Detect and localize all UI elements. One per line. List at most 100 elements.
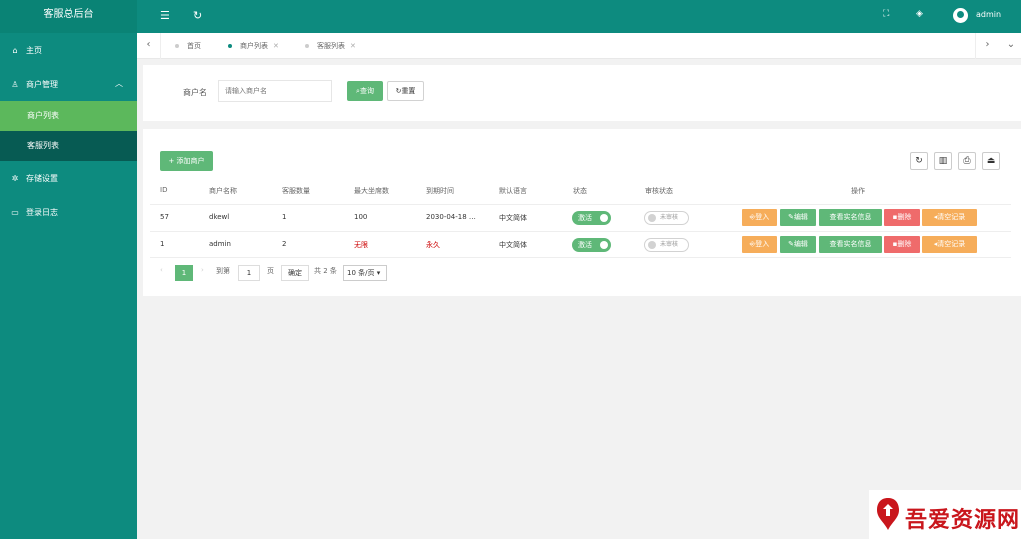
nav-storage-settings[interactable]: ✲ 存储设置 — [0, 161, 137, 195]
cell-id: 1 — [160, 240, 165, 248]
tab-merchant-list[interactable]: 商户列表 ✕ — [228, 33, 279, 59]
col-header-review: 审核状态 — [645, 187, 673, 195]
columns-filter-icon[interactable]: ▥ — [934, 152, 952, 170]
plus-icon: + — [168, 157, 175, 165]
nav-storage-label: 存储设置 — [26, 173, 58, 183]
cell-expire: 2030-04-18 … — [426, 213, 476, 221]
fullscreen-icon[interactable]: ⛶ — [883, 9, 889, 19]
status-toggle[interactable]: 激活 — [572, 211, 611, 225]
table-row: 57 dkewl 1 100 2030-04-18 … 中文简体 激活 未审核 … — [150, 204, 1011, 231]
clear-records-label: 清空记录 — [937, 213, 966, 221]
view-realname-button[interactable]: 查看实名信息 — [819, 209, 882, 226]
next-page-icon[interactable]: › — [201, 266, 204, 274]
page-current[interactable]: 1 — [175, 265, 193, 281]
reset-button[interactable]: ↻重置 — [387, 81, 424, 101]
refresh-icon[interactable]: ↻ — [193, 9, 202, 22]
brand-title: 客服总后台 — [0, 0, 137, 33]
col-header-status: 状态 — [573, 187, 587, 195]
page-size-select[interactable]: 10 条/页 ▾ — [343, 265, 387, 281]
review-toggle-label: 未审核 — [660, 214, 679, 221]
nav-home-label: 主页 — [26, 45, 42, 55]
total-count: 共 2 条 — [314, 267, 337, 275]
edit-button-label: 编辑 — [793, 213, 808, 221]
home-icon: ⌂ — [12, 45, 18, 55]
col-header-max-seats: 最大坐席数 — [354, 187, 389, 195]
cell-max-seats: 无限 — [354, 241, 368, 249]
clear-records-label: 清空记录 — [937, 240, 966, 248]
cell-name: dkewl — [209, 213, 230, 221]
user-icon: ♙ — [11, 79, 19, 89]
edit-button[interactable]: ✎编辑 — [780, 236, 816, 253]
tab-agent-list[interactable]: 客服列表 ✕ — [305, 33, 356, 59]
delete-button[interactable]: ▪删除 — [884, 209, 920, 226]
page-unit-label: 页 — [267, 267, 274, 275]
nav-merchant-management[interactable]: ♙ 商户管理 ︿ — [0, 67, 137, 101]
close-icon[interactable]: ✕ — [273, 42, 279, 50]
goto-confirm-button[interactable]: 确定 — [281, 265, 309, 281]
status-toggle-label: 激活 — [578, 241, 592, 249]
nav-login-log[interactable]: ▭ 登录日志 — [0, 195, 137, 229]
query-button-label: 查询 — [359, 87, 374, 95]
status-toggle[interactable]: 激活 — [572, 238, 611, 252]
query-button[interactable]: ⌕查询 — [347, 81, 383, 101]
cell-max-seats: 100 — [354, 213, 368, 221]
tab-scroll-left-icon[interactable]: ‹ — [137, 33, 161, 59]
goto-page-input[interactable]: 1 — [238, 265, 260, 281]
col-header-expire: 到期时间 — [426, 187, 454, 195]
cell-expire: 永久 — [426, 241, 440, 249]
watermark-text: 吾爱资源网 — [905, 507, 1021, 533]
refresh-table-icon[interactable]: ↻ — [910, 152, 928, 170]
search-label: 商户名 — [183, 88, 207, 97]
table-row: 1 admin 2 无限 永久 中文简体 激活 未审核 ⎆登入 ✎编辑 查看实名… — [150, 231, 1011, 258]
col-header-id: ID — [160, 186, 168, 194]
tab-home[interactable]: 首页 — [175, 33, 201, 59]
print-icon[interactable]: ⎙ — [958, 152, 976, 170]
gear-icon: ✲ — [11, 173, 19, 183]
review-toggle[interactable]: 未审核 — [644, 238, 689, 252]
cell-agents: 2 — [282, 240, 287, 248]
delete-button-label: 删除 — [897, 213, 912, 221]
toggle-knob — [600, 241, 608, 249]
view-realname-button[interactable]: 查看实名信息 — [819, 236, 882, 253]
review-toggle[interactable]: 未审核 — [644, 211, 689, 225]
toggle-knob — [648, 214, 656, 222]
toggle-knob — [600, 214, 608, 222]
tab-dot — [305, 44, 309, 48]
edit-button[interactable]: ✎编辑 — [780, 209, 816, 226]
login-button[interactable]: ⎆登入 — [742, 209, 777, 226]
merchant-name-input[interactable] — [218, 80, 332, 102]
login-button[interactable]: ⎆登入 — [742, 236, 777, 253]
watermark-logo-icon — [877, 498, 899, 530]
app-root: 客服总后台 ⌂ 主页 ♙ 商户管理 ︿ 商户列表 客服列表 ✲ 存储设置 ▭ 登… — [0, 0, 1021, 539]
close-icon[interactable]: ✕ — [350, 42, 356, 50]
cell-language: 中文简体 — [499, 214, 527, 222]
nav-login-log-label: 登录日志 — [26, 207, 58, 217]
login-button-label: 登入 — [755, 240, 770, 248]
nav-merchant-list[interactable]: 商户列表 — [0, 101, 137, 131]
review-toggle-label: 未审核 — [660, 241, 679, 248]
watermark: 吾爱资源网 — [869, 490, 1021, 539]
tab-scroll-right-icon[interactable]: › — [975, 33, 999, 59]
tab-home-label: 首页 — [187, 42, 201, 50]
add-merchant-label: 添加商户 — [176, 157, 205, 165]
nav-home[interactable]: ⌂ 主页 — [0, 33, 137, 67]
theme-icon[interactable]: ◈ — [916, 9, 923, 19]
username[interactable]: admin — [976, 10, 1001, 19]
cell-id: 57 — [160, 213, 169, 221]
tab-bar: ‹ 首页 商户列表 ✕ 客服列表 ✕ › ⌄ — [137, 33, 1021, 59]
chevron-down-icon[interactable]: ⌄ — [999, 33, 1021, 59]
nav-agent-list[interactable]: 客服列表 — [0, 131, 137, 161]
clear-records-button[interactable]: ◂清空记录 — [922, 209, 977, 226]
export-icon[interactable]: ⏏ — [982, 152, 1000, 170]
delete-button[interactable]: ▪删除 — [884, 236, 920, 253]
add-merchant-button[interactable]: + 添加商户 — [160, 151, 213, 171]
goto-label: 到第 — [216, 267, 230, 275]
avatar[interactable] — [953, 8, 968, 23]
cell-language: 中文简体 — [499, 241, 527, 249]
menu-toggle-icon[interactable]: ☰ — [160, 9, 170, 22]
tab-merchant-list-label: 商户列表 — [240, 42, 268, 50]
col-header-agents: 客服数量 — [282, 187, 310, 195]
prev-page-icon[interactable]: ‹ — [160, 266, 163, 274]
login-button-label: 登入 — [755, 213, 770, 221]
clear-records-button[interactable]: ◂清空记录 — [922, 236, 977, 253]
